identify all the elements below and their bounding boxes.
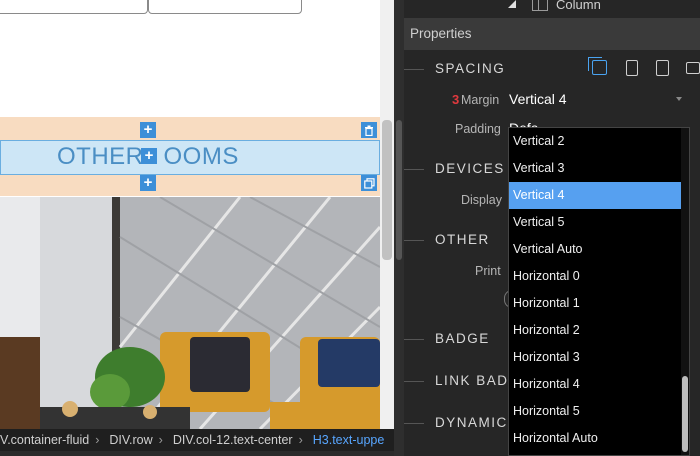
canvas-scrollbar-thumb[interactable] <box>382 120 392 260</box>
selected-heading[interactable]: OTHER OOMS + <box>0 140 380 175</box>
dropdown-option[interactable]: Horizontal 5 <box>509 398 681 425</box>
add-inline-plus-icon[interactable]: + <box>141 148 157 164</box>
section-divider <box>404 423 424 424</box>
heading-text-right: OOMS <box>163 143 239 170</box>
section-divider <box>404 240 424 241</box>
breadcrumb-item[interactable]: DIV.row <box>109 433 152 447</box>
section-dynamic[interactable]: DYNAMIC <box>435 415 508 430</box>
margin-step-badge: 3 <box>452 92 460 107</box>
section-divider <box>404 69 424 70</box>
dropdown-option[interactable]: Vertical 3 <box>509 155 681 182</box>
add-below-plus-icon[interactable]: + <box>140 175 156 191</box>
dropdown-option[interactable]: Vertical 5 <box>509 209 681 236</box>
properties-title: Properties <box>410 26 472 41</box>
section-divider <box>404 169 424 170</box>
breadcrumb-item[interactable]: V.container-fluid <box>0 433 89 447</box>
section-divider <box>404 381 424 382</box>
breadcrumb-separator: › <box>95 433 100 447</box>
dropdown-option[interactable]: Horizontal 3 <box>509 344 681 371</box>
dropdown-option[interactable]: Horizontal 2 <box>509 317 681 344</box>
phone-icon[interactable] <box>626 60 638 76</box>
dropdown-scrollbar[interactable] <box>681 128 689 455</box>
margin-dropdown-list[interactable]: Vertical 2 Vertical 3 Vertical 4 Vertical 5… <box>508 127 690 456</box>
dropdown-option[interactable]: Horizontal 0 <box>509 263 681 290</box>
dropdown-option[interactable]: Vertical 4 <box>509 182 681 209</box>
display-label: Display <box>461 193 502 207</box>
breadcrumb: V.container-fluid › DIV.row › DIV.col-12.t… <box>0 429 394 451</box>
status-strip <box>0 451 394 456</box>
divider-scroll-thumb[interactable] <box>396 120 402 260</box>
section-link-badge[interactable]: LINK BAD <box>435 373 509 388</box>
tree-row-column[interactable]: Column <box>404 0 700 14</box>
tablet-icon[interactable] <box>656 60 669 76</box>
desktop-icon[interactable] <box>588 57 607 75</box>
section-divider <box>404 339 424 340</box>
tree-row-label: Column <box>556 0 601 12</box>
column-icon <box>532 0 548 11</box>
breadcrumb-separator: › <box>158 433 163 447</box>
properties-header: Properties <box>404 18 700 50</box>
dropdown-scrollbar-thumb[interactable] <box>682 376 688 452</box>
padding-label: Padding <box>455 122 501 136</box>
dropdown-option[interactable]: Horizontal Auto <box>509 425 681 452</box>
section-devices[interactable]: DEVICES <box>435 161 505 176</box>
add-above-plus-icon[interactable]: + <box>140 122 156 138</box>
expand-triangle-icon[interactable] <box>508 0 516 8</box>
chevron-down-icon[interactable] <box>676 97 682 101</box>
duplicate-icon[interactable] <box>361 175 377 191</box>
canvas-scrollbar[interactable] <box>380 0 394 456</box>
canvas-button-left[interactable] <box>0 0 148 14</box>
section-badge[interactable]: BADGE <box>435 331 490 346</box>
margin-label: Margin <box>461 93 500 107</box>
trash-icon[interactable] <box>361 122 377 138</box>
margin-select[interactable]: Vertical 4 <box>509 91 567 107</box>
section-spacing[interactable]: SPACING <box>435 61 505 76</box>
canvas-button-right[interactable] <box>148 0 302 14</box>
breadcrumb-separator: › <box>298 433 303 447</box>
print-label: Print <box>475 264 501 278</box>
design-canvas[interactable]: + OTHER OOMS + + V.container-fluid › DIV… <box>0 0 394 456</box>
section-other[interactable]: OTHER <box>435 232 490 247</box>
dropdown-option[interactable]: Horizontal 4 <box>509 371 681 398</box>
dropdown-option[interactable]: Vertical Auto <box>509 236 681 263</box>
dropdown-options: Vertical 2 Vertical 3 Vertical 4 Vertical 5… <box>509 128 681 452</box>
breadcrumb-item-active[interactable]: H3.text-uppe <box>313 433 385 447</box>
room-photo <box>0 197 380 429</box>
breadcrumb-item[interactable]: DIV.col-12.text-center <box>173 433 293 447</box>
dropdown-option[interactable]: Horizontal 1 <box>509 290 681 317</box>
laptop-icon[interactable] <box>686 62 700 74</box>
dropdown-option[interactable]: Vertical 2 <box>509 128 681 155</box>
heading-text-left: OTHER <box>57 143 144 170</box>
